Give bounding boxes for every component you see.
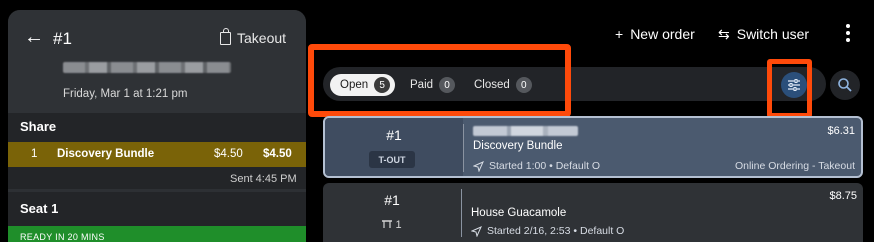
seat-count: 1 — [323, 219, 461, 231]
send-icon — [471, 225, 482, 237]
order-card-title: Discovery Bundle — [473, 140, 563, 152]
line-item-total: $4.50 — [263, 148, 292, 160]
order-number-column: #1 T-OUT — [325, 118, 463, 176]
customer-name-redacted — [63, 62, 231, 73]
app-window: ← #1 Takeout Friday, Mar 1 at 1:21 pm Sh… — [0, 0, 874, 242]
highlight-filters — [308, 44, 571, 117]
switch-user-button[interactable]: ⇆ Switch user — [718, 26, 809, 43]
seat-count-value: 1 — [395, 219, 402, 231]
send-icon — [473, 160, 484, 172]
order-card-price: $6.31 — [827, 125, 855, 137]
service-type[interactable]: Takeout — [220, 27, 287, 46]
order-card-number: #1 — [384, 192, 400, 208]
order-card-title: House Guacamole — [471, 207, 567, 219]
seat-section[interactable]: Seat 1 READY IN 20 MINS — [8, 192, 306, 242]
order-number-column: #1 1 — [323, 183, 461, 242]
new-order-label: New order — [630, 26, 695, 42]
table-icon — [382, 220, 393, 228]
search-icon[interactable] — [830, 70, 860, 100]
order-header: ← #1 Takeout Friday, Mar 1 at 1:21 pm — [8, 10, 306, 113]
new-order-button[interactable]: + New order — [615, 26, 695, 42]
service-type-label: Takeout — [237, 30, 287, 46]
order-detail-panel: ← #1 Takeout Friday, Mar 1 at 1:21 pm Sh… — [8, 10, 306, 242]
share-section: Share 1 Discovery Bundle $4.50 $4.50 Sen… — [8, 113, 306, 189]
highlight-filter-button — [767, 59, 812, 118]
ready-status-text: READY IN 20 MINS — [20, 232, 105, 242]
order-date: Friday, Mar 1 at 1:21 pm — [63, 88, 188, 100]
divider — [463, 124, 464, 172]
customer-name-redacted — [473, 126, 578, 136]
seat-title: Seat 1 — [20, 201, 59, 216]
order-card-meta-text: Started 1:00 • Default O — [489, 160, 601, 172]
ready-status-banner: READY IN 20 MINS — [8, 226, 306, 242]
back-arrow-icon[interactable]: ← — [24, 27, 44, 47]
order-type-tag: T-OUT — [369, 151, 415, 168]
order-number: #1 — [53, 29, 72, 48]
takeout-bag-icon — [220, 27, 231, 45]
sent-time: Sent 4:45 PM — [230, 173, 297, 185]
switch-user-label: Switch user — [736, 26, 810, 42]
order-card-meta: Started 1:00 • Default O — [473, 160, 600, 172]
order-card[interactable]: #1 1 House Guacamole Started 2/16, 2:53 … — [323, 183, 863, 242]
more-vert-icon[interactable] — [845, 24, 851, 42]
share-title: Share — [20, 119, 57, 134]
order-card[interactable]: #1 T-OUT Discovery Bundle Started 1:00 •… — [323, 116, 863, 178]
order-card-price: $8.75 — [829, 190, 857, 202]
order-card-meta-text: Started 2/16, 2:53 • Default O — [487, 225, 625, 237]
line-item-name: Discovery Bundle — [57, 148, 155, 160]
line-item-price: $4.50 — [214, 148, 243, 160]
order-card-meta: Started 2/16, 2:53 • Default O — [471, 225, 624, 237]
divider — [461, 189, 462, 237]
order-card-source: Online Ordering - Takeout — [734, 160, 855, 172]
plus-icon: + — [615, 26, 624, 42]
switch-user-icon: ⇆ — [718, 26, 730, 42]
line-item-qty: 1 — [31, 148, 38, 160]
line-item[interactable]: 1 Discovery Bundle $4.50 $4.50 — [8, 142, 306, 167]
order-card-number: #1 — [386, 127, 402, 143]
